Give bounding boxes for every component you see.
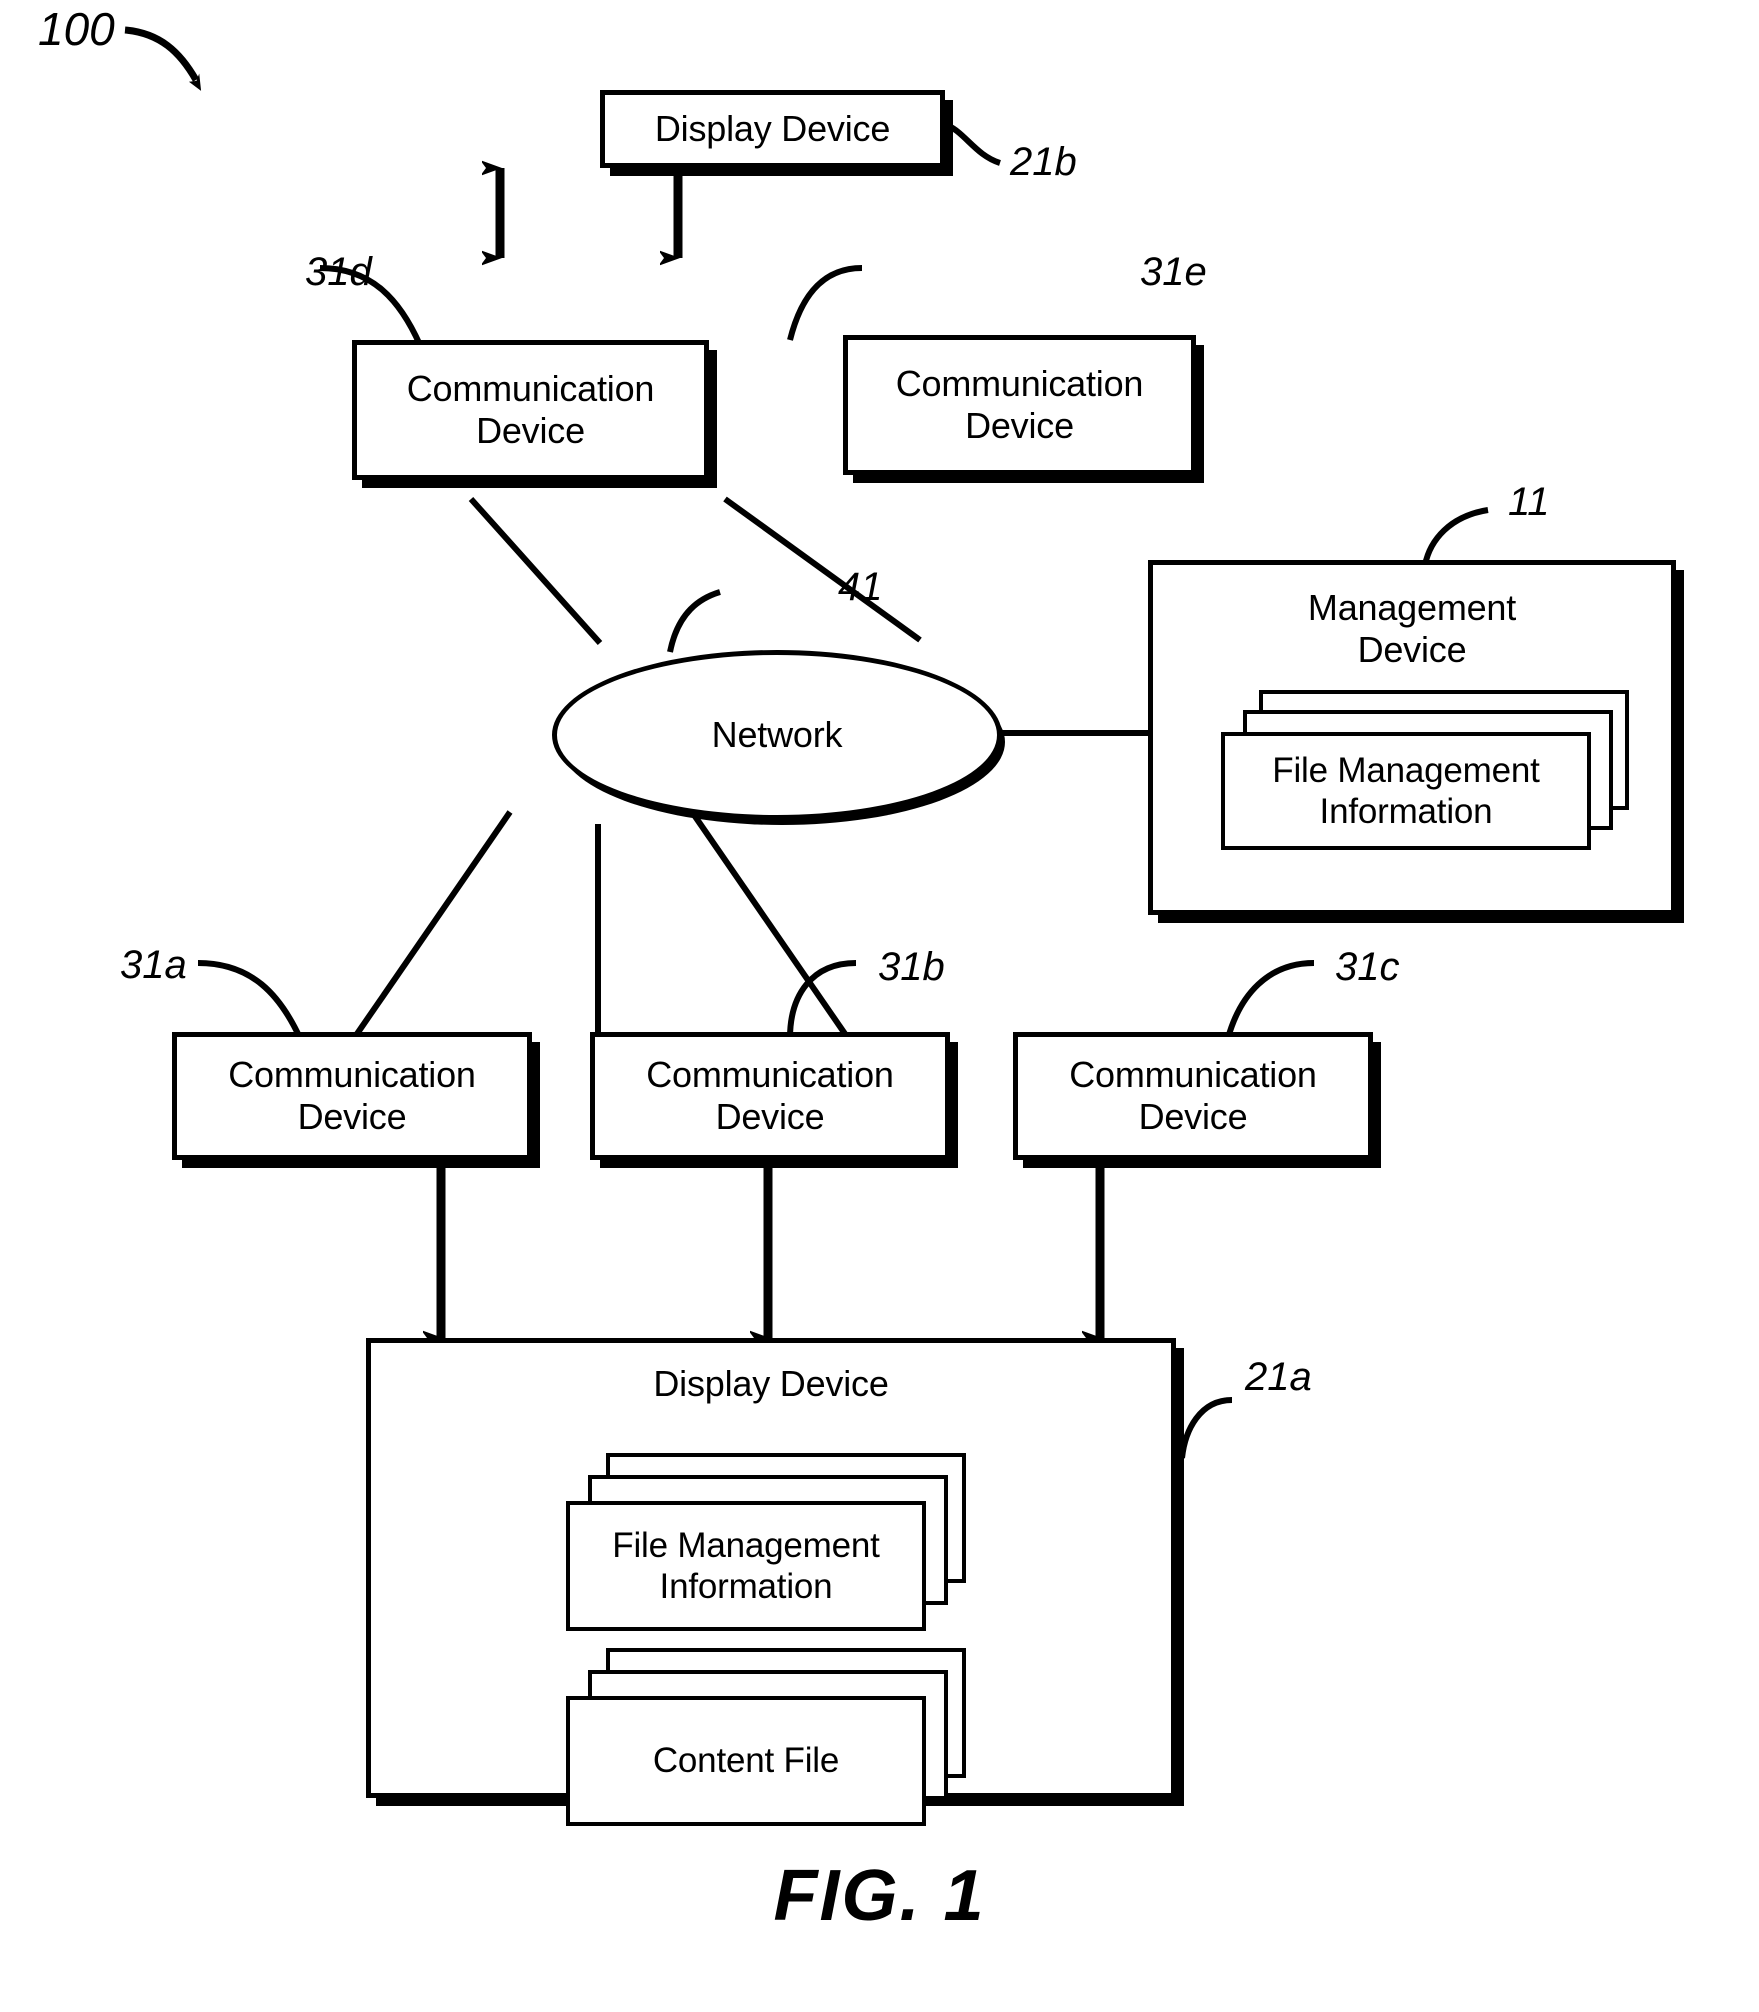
comm-device-a-label: Communication Device [228,1053,476,1137]
patent-figure: 100 Display Device 21b Communication Dev… [0,0,1759,2012]
system-pointer-arrow [124,26,202,91]
comm-device-c-label: Communication Device [1069,1053,1317,1137]
display-device-bottom-label: Display Device [653,1363,889,1404]
figure-caption: FIG. 1 [773,1856,986,1936]
leader-31b [787,960,857,1039]
display-device-top-label: Display Device [654,107,891,149]
management-device-label: Management Device [1307,587,1517,671]
link-network-comm-a [347,810,513,1046]
numeral-21a: 21a [1245,1355,1312,1399]
leader-21b [943,121,1002,166]
bottom-file-management-info-card-front[interactable]: File Management Information [566,1501,926,1631]
comm-device-d-box[interactable]: Communication Device [352,340,709,480]
bottom-file-info-stack[interactable]: File Management Information [566,1453,996,1633]
numeral-11: 11 [1508,480,1550,524]
display-device-top-box[interactable]: Display Device [600,90,945,168]
link-network-comm-c [689,810,855,1046]
comm-device-b-label: Communication Device [646,1053,894,1137]
management-file-info-stack[interactable]: File Management Information [1221,690,1641,850]
leader-21a [1179,1397,1233,1459]
numeral-31a: 31a [120,943,187,987]
leader-11 [1422,507,1489,566]
leader-31a [197,960,303,1040]
content-file-label: Content File [652,1741,840,1781]
numeral-31e: 31e [1140,250,1207,294]
numeral-41: 41 [838,565,883,609]
bottom-content-file-stack[interactable]: Content File [566,1648,996,1828]
comm-device-c-box[interactable]: Communication Device [1013,1032,1373,1160]
comm-device-e-label: Communication Device [895,362,1144,446]
network-ellipse[interactable]: Network [552,650,1002,820]
comm-device-e-box[interactable]: Communication Device [843,335,1196,475]
link-network-comm-e [723,496,922,643]
comm-device-b-box[interactable]: Communication Device [590,1032,950,1160]
content-file-card-front[interactable]: Content File [566,1696,926,1826]
leader-31e [787,265,863,341]
numeral-31d: 31d [305,250,372,294]
file-management-info-label: File Management Information [1272,750,1540,831]
numeral-31c: 31c [1335,945,1400,989]
file-management-info-card-front[interactable]: File Management Information [1221,732,1591,850]
link-network-comm-d [468,496,603,646]
numeral-21b: 21b [1010,140,1077,184]
display-device-bottom-box[interactable]: Display Device File Management Informati… [366,1338,1176,1826]
comm-device-a-box[interactable]: Communication Device [172,1032,532,1160]
bottom-file-management-info-label: File Management Information [612,1525,880,1606]
leader-31c [1225,960,1315,1039]
management-device-box[interactable]: Management Device File Management Inform… [1148,560,1676,915]
comm-device-d-label: Communication Device [406,367,655,451]
network-label: Network [711,713,843,755]
system-numeral-100: 100 [38,3,115,55]
leader-41 [667,589,721,653]
numeral-31b: 31b [878,945,945,989]
